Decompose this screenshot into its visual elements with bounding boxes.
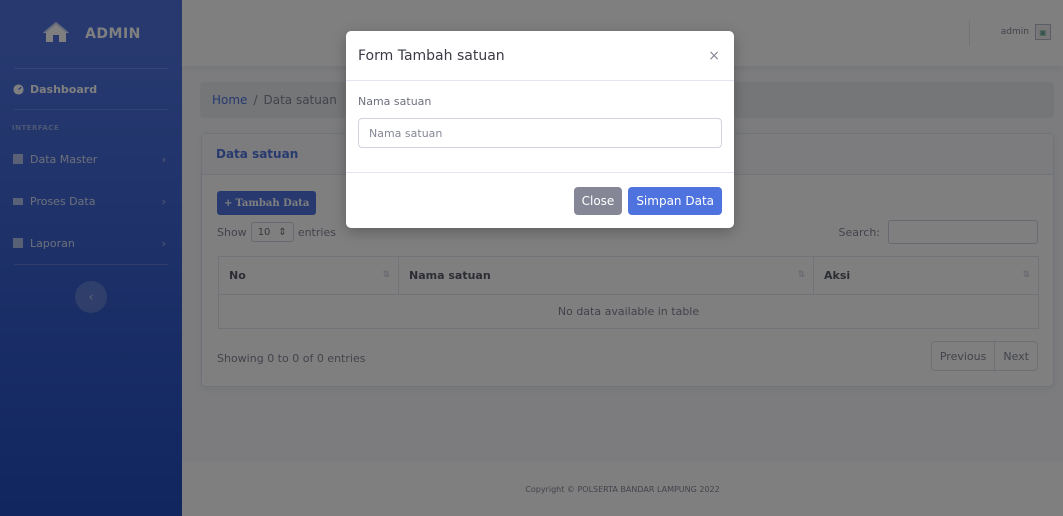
modal-body: Nama satuan Nama satuan xyxy=(346,81,734,173)
add-satuan-modal: Form Tambah satuan × Nama satuan Nama sa… xyxy=(346,31,734,228)
close-icon[interactable]: × xyxy=(708,48,722,64)
save-button[interactable]: Simpan Data xyxy=(628,186,722,215)
close-button[interactable]: Close xyxy=(573,186,623,215)
nama-satuan-input[interactable]: Nama satuan xyxy=(358,118,722,148)
modal-footer: Close Simpan Data xyxy=(346,173,734,228)
nama-satuan-placeholder: Nama satuan xyxy=(369,126,443,140)
modal-title: Form Tambah satuan xyxy=(358,47,505,64)
modal-header: Form Tambah satuan × xyxy=(346,31,734,81)
nama-satuan-label: Nama satuan xyxy=(358,95,432,108)
